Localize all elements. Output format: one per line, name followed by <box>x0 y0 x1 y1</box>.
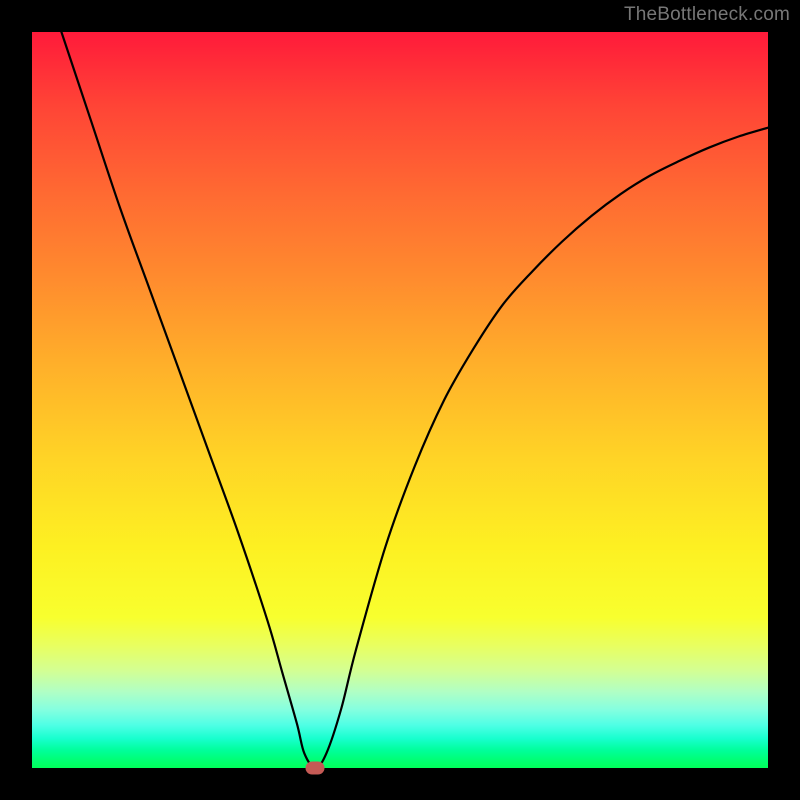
watermark-text: TheBottleneck.com <box>624 4 790 26</box>
optimum-marker <box>306 762 325 775</box>
chart-plot-area <box>32 32 768 768</box>
bottleneck-curve <box>32 32 768 768</box>
chart-frame: TheBottleneck.com <box>0 0 800 800</box>
